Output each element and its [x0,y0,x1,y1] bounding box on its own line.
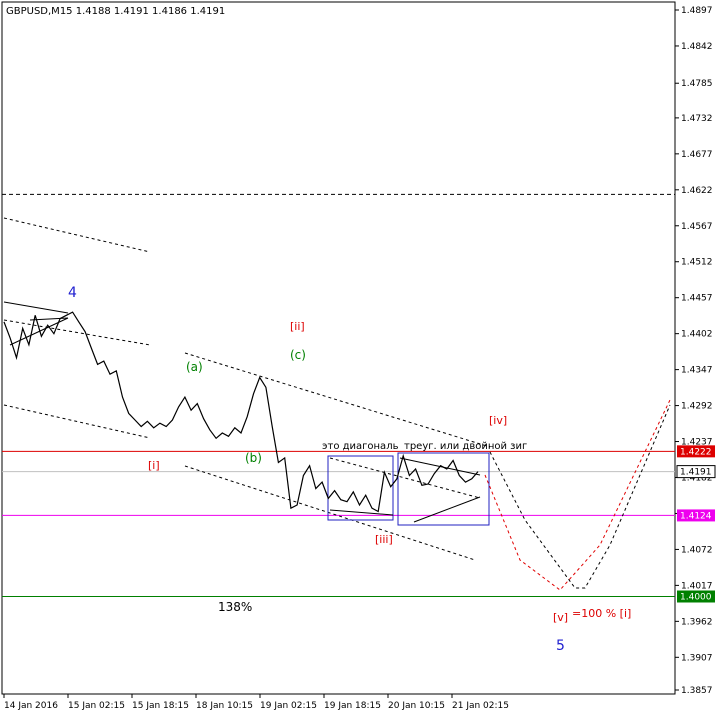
price-tag-label: 1.4191 [680,468,712,478]
y-tick-label: 1.4785 [681,79,713,89]
y-tick-label: 1.3857 [681,686,713,696]
pct-138-label: 138% [218,600,252,614]
y-tick-label: 1.4897 [681,6,713,16]
wave-iv-label: [iv] [489,414,507,427]
y-tick-label: 1.4842 [681,42,713,52]
y-tick-label: 1.4512 [681,258,713,268]
x-tick-label: 15 Jan 02:15 [68,701,125,711]
x-tick-label: 19 Jan 18:15 [324,701,381,711]
level-tag-label: 1.4000 [680,593,712,603]
level-tag-label: 1.4222 [680,447,712,457]
wave-v-label: [v] [553,611,568,624]
diagonal-note: это диагональ [322,441,399,452]
y-tick-label: 1.4567 [681,222,713,232]
wave-4-label: 4 [68,285,77,301]
x-tick-label: 20 Jan 10:15 [388,701,445,711]
x-tick-label: 15 Jan 18:15 [132,701,189,711]
wave-i-label: [i] [148,459,160,472]
y-tick-label: 1.4677 [681,150,713,160]
y-tick-label: 1.4402 [681,330,713,340]
x-tick-label: 18 Jan 10:15 [196,701,253,711]
y-tick-label: 1.4017 [681,581,713,591]
chart-title: GBPUSD,M15 1.4188 1.4191 1.4186 1.4191 [6,6,225,17]
triangle-note: треуг. или двойной зиг [404,441,527,452]
y-tick-label: 1.4457 [681,294,713,304]
x-tick-label: 14 Jan 2016 [4,701,58,711]
target-note: =100 % [i] [572,607,631,620]
wave-ii-label: [ii] [290,320,305,333]
y-tick-label: 1.3907 [681,653,713,663]
wave-5-label: 5 [556,638,565,654]
wave-iii-label: [iii] [375,533,393,546]
wave-a-label: (a) [186,360,203,374]
wave-c-label: (c) [290,348,306,362]
y-tick-label: 1.4347 [681,366,713,376]
x-tick-label: 21 Jan 02:15 [452,701,509,711]
level-tag-label: 1.4124 [680,511,712,521]
x-tick-label: 19 Jan 02:15 [260,701,317,711]
y-tick-label: 1.3962 [681,617,713,627]
y-tick-label: 1.4072 [681,545,713,555]
y-tick-label: 1.4732 [681,114,713,124]
wave-b-label: (b) [245,451,262,465]
price-chart: GBPUSD,M15 1.4188 1.4191 1.4186 1.4191 1… [0,0,717,716]
y-tick-label: 1.4292 [681,402,713,412]
y-tick-label: 1.4622 [681,186,713,196]
